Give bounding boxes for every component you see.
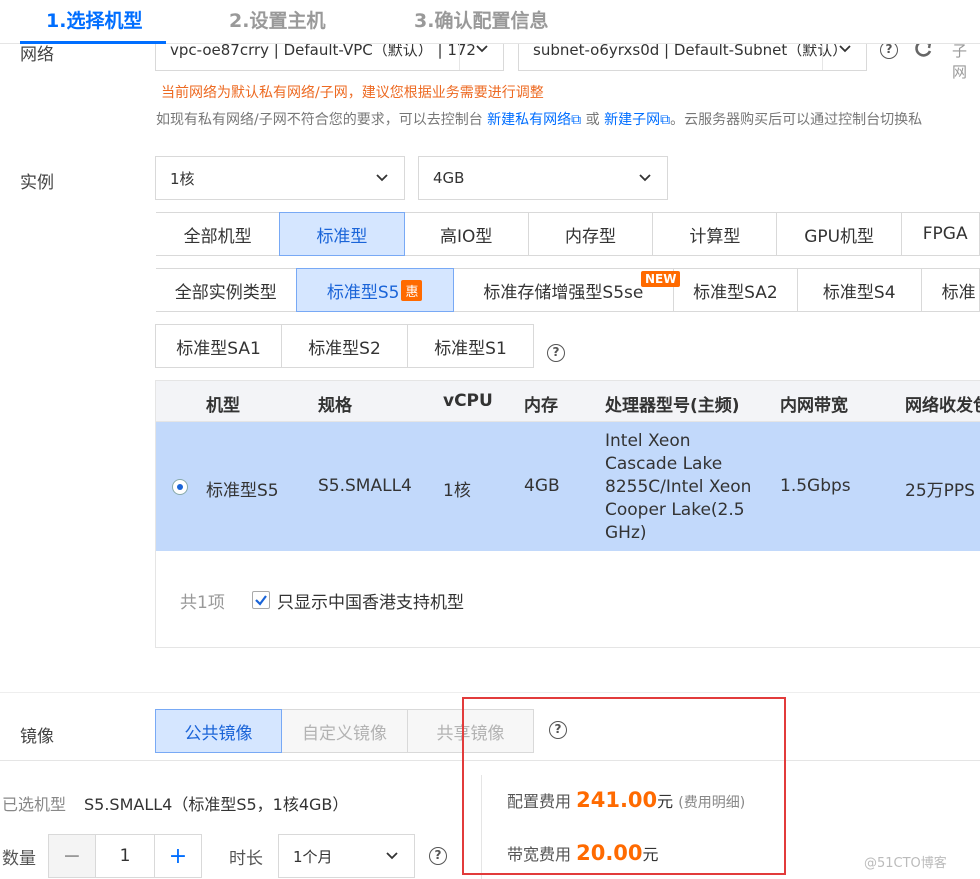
instance-type-group-2: 标准型SA1 标准型S2 标准型S1: [155, 324, 534, 368]
family-all[interactable]: 全部机型: [156, 212, 281, 256]
family-gpu[interactable]: GPU机型: [776, 212, 902, 256]
instance-type-group-1: 全部实例类型 标准型S5 惠 标准存储增强型S5se 标准型SA2 标准型S4 …: [156, 268, 980, 312]
step-tab-1[interactable]: 1.选择机型: [46, 6, 142, 33]
col-processor: 处理器型号(主频): [605, 396, 740, 416]
discount-badge: 惠: [401, 279, 423, 301]
type-sa1[interactable]: 标准型SA1: [155, 324, 282, 368]
new-vpc-link[interactable]: 新建私有网络: [487, 112, 571, 128]
col-model: 机型: [206, 396, 240, 416]
type-s5se-label: 标准存储增强型S5se: [483, 282, 644, 303]
hk-only-label: 只显示中国香港支持机型: [277, 593, 464, 613]
family-compute[interactable]: 计算型: [652, 212, 778, 256]
table-header: 机型 规格 vCPU 内存 处理器型号(主频) 内网带宽 网络收发包: [156, 381, 980, 422]
cell-memory: 4GB: [524, 476, 560, 496]
family-standard[interactable]: 标准型: [279, 212, 405, 256]
col-spec: 规格: [318, 396, 352, 416]
type-s2[interactable]: 标准型S2: [281, 324, 408, 368]
help-icon[interactable]: ?: [547, 344, 565, 362]
col-pps: 网络收发包: [905, 396, 980, 416]
processor-line: GHz): [605, 523, 647, 543]
duration-select-value: 1个月: [293, 847, 333, 866]
quantity-input[interactable]: 1: [95, 835, 155, 877]
table-row[interactable]: 标准型S5 S5.SMALL4 1核 4GB Intel Xeon Cascad…: [156, 422, 980, 551]
processor-line: Cooper Lake(2.5: [605, 500, 745, 520]
step-tabs: 1.选择机型 2.设置主机 3.确认配置信息: [0, 0, 980, 44]
subnet-extra-text: 子网: [952, 42, 968, 81]
type-s4[interactable]: 标准型S4: [796, 268, 922, 312]
chevron-down-icon: [370, 835, 414, 877]
image-label: 镜像: [20, 727, 54, 747]
type-s1[interactable]: 标准型S1: [407, 324, 534, 368]
memory-select[interactable]: 4GB: [418, 156, 668, 200]
image-custom[interactable]: 自定义镜像: [281, 709, 408, 753]
active-tab-indicator: [20, 41, 166, 44]
highlight-box: [462, 697, 786, 875]
cell-spec: S5.SMALL4: [318, 476, 412, 496]
step-tab-3[interactable]: 3.确认配置信息: [414, 6, 548, 33]
col-bandwidth: 内网带宽: [780, 396, 848, 416]
type-all[interactable]: 全部实例类型: [156, 268, 297, 312]
cpu-select[interactable]: 1核: [155, 156, 405, 200]
memory-select-value: 4GB: [433, 169, 465, 187]
chevron-down-icon: [623, 157, 667, 199]
network-tip: 如现有私有网络/子网不符合您的要求，可以去控制台 新建私有网络⧉ 或 新建子网⧉…: [156, 109, 922, 129]
selected-model-label: 已选机型: [2, 795, 67, 814]
cell-model: 标准型S5: [206, 481, 279, 501]
section-divider: [0, 692, 980, 693]
quantity-label: 数量: [2, 849, 36, 869]
cell-processor: Intel Xeon Cascade Lake 8255C/Intel Xeon…: [605, 430, 751, 545]
processor-line: 8255C/Intel Xeon: [605, 477, 752, 497]
instance-label: 实例: [20, 173, 54, 193]
duration-select[interactable]: 1个月: [278, 834, 415, 878]
new-subnet-link[interactable]: 新建子网: [604, 112, 660, 128]
processor-line: Cascade Lake: [605, 454, 723, 474]
chevron-down-icon: [360, 157, 404, 199]
hk-only-checkbox[interactable]: [252, 591, 270, 609]
duration-label: 时长: [229, 849, 263, 869]
table-total: 共1项: [180, 593, 225, 613]
type-sa2[interactable]: 标准型SA2: [672, 268, 798, 312]
selected-model-value: S5.SMALL4（标准型S5，1核4GB）: [84, 795, 349, 814]
family-fpga[interactable]: FPGA: [900, 212, 980, 256]
processor-line: Intel Xeon: [605, 431, 691, 451]
type-s5[interactable]: 标准型S5 惠: [295, 268, 454, 312]
instance-table: 机型 规格 vCPU 内存 处理器型号(主频) 内网带宽 网络收发包 标准型S5…: [155, 380, 980, 648]
type-more[interactable]: 标准: [920, 268, 980, 312]
type-s5-label: 标准型S5: [326, 282, 400, 303]
cell-vcpu: 1核: [443, 481, 471, 501]
family-high-io[interactable]: 高IO型: [403, 212, 529, 256]
col-memory: 内存: [524, 396, 558, 416]
cpu-select-value: 1核: [170, 169, 195, 188]
instance-family-group: 全部机型 标准型 高IO型 内存型 计算型 GPU机型 FPGA: [156, 212, 980, 256]
quantity-stepper: − 1 +: [48, 834, 202, 878]
row-radio[interactable]: [172, 479, 188, 495]
tip-mid: 或: [585, 112, 600, 128]
external-link-icon: ⧉: [571, 112, 582, 128]
plus-button[interactable]: +: [155, 835, 201, 877]
tip-suffix: 。云服务器购买后可以通过控制台切换私: [670, 112, 923, 128]
cell-bandwidth: 1.5Gbps: [780, 476, 851, 496]
new-badge: NEW: [641, 271, 681, 287]
cell-pps: 25万PPS: [905, 481, 975, 501]
image-public[interactable]: 公共镜像: [155, 709, 282, 753]
minus-button[interactable]: −: [49, 835, 95, 877]
tip-prefix: 如现有私有网络/子网不符合您的要求，可以去控制台: [156, 112, 483, 128]
step-tab-2[interactable]: 2.设置主机: [229, 6, 325, 33]
watermark: @51CTO博客: [864, 856, 947, 871]
external-link-icon: ⧉: [660, 112, 671, 128]
family-memory[interactable]: 内存型: [527, 212, 654, 256]
help-icon[interactable]: ?: [429, 847, 447, 865]
network-warning: 当前网络为默认私有网络/子网，建议您根据业务需要进行调整: [161, 85, 544, 101]
col-vcpu: vCPU: [443, 391, 493, 411]
